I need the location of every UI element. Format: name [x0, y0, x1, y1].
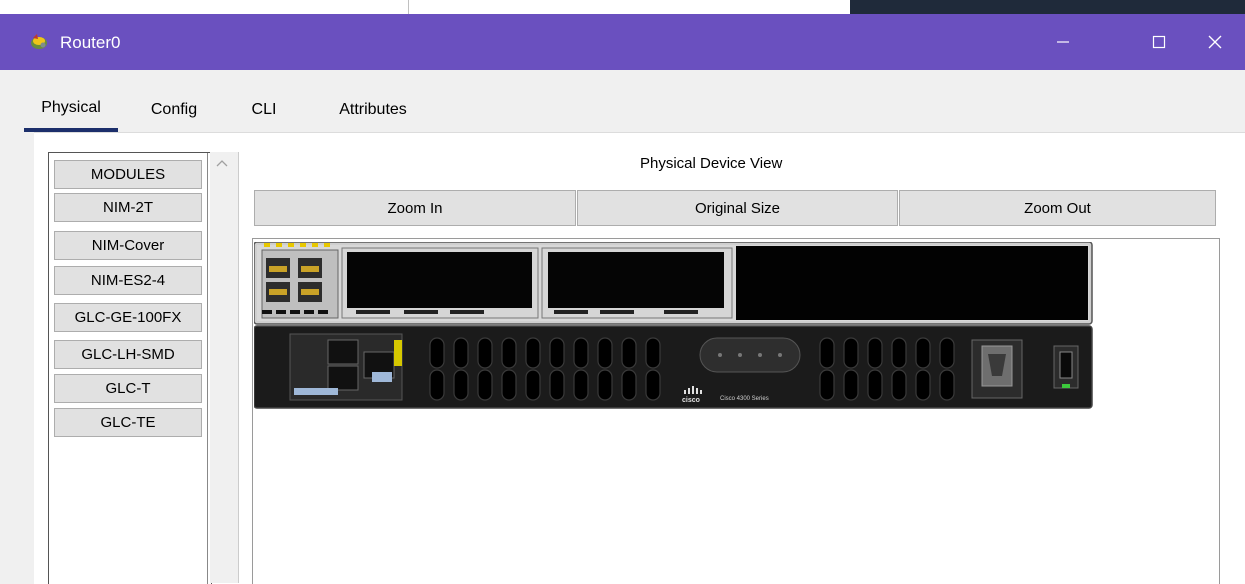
tab-config[interactable]: Config	[124, 88, 224, 132]
minimize-icon	[1057, 41, 1069, 43]
close-icon	[1208, 35, 1222, 49]
module-item-nim-2t[interactable]: NIM-2T	[54, 193, 202, 222]
model-label: Cisco 4300 Series	[720, 396, 769, 402]
router-device-image[interactable]: cisco Cisco 4300 Series	[254, 242, 1094, 410]
module-item-glc-t[interactable]: GLC-T	[54, 374, 202, 403]
maximize-icon	[1152, 35, 1166, 49]
maximize-button[interactable]	[1136, 14, 1182, 70]
close-button[interactable]	[1192, 14, 1238, 70]
zoom-in-button[interactable]: Zoom In	[254, 190, 576, 226]
original-size-button[interactable]: Original Size	[577, 190, 898, 226]
zoom-out-button[interactable]: Zoom Out	[899, 190, 1216, 226]
tab-physical[interactable]: Physical	[24, 88, 118, 132]
cisco-logo-text: cisco	[682, 397, 700, 404]
tab-cli[interactable]: CLI	[244, 88, 284, 132]
background-strip	[0, 0, 1245, 14]
module-item-glc-te[interactable]: GLC-TE	[54, 408, 202, 437]
window-titlebar[interactable]: Router0	[0, 14, 1245, 70]
router-app-icon	[28, 32, 50, 54]
modules-scrollbar[interactable]	[210, 152, 239, 583]
background-separator	[408, 0, 409, 14]
background-dark-region	[850, 0, 1245, 14]
physical-device-view-title: Physical Device View	[640, 155, 783, 172]
module-item-nim-es2-4[interactable]: NIM-ES2-4	[54, 266, 202, 295]
minimize-button[interactable]	[1040, 14, 1086, 70]
scroll-up-button[interactable]	[211, 152, 233, 174]
chevron-up-icon	[216, 160, 228, 167]
window-title: Router0	[60, 33, 121, 52]
module-item-nim-cover[interactable]: NIM-Cover	[54, 231, 202, 260]
module-item-glc-lh-smd[interactable]: GLC-LH-SMD	[54, 340, 202, 369]
tab-attributes[interactable]: Attributes	[318, 88, 428, 132]
module-item-glc-ge-100fx[interactable]: GLC-GE-100FX	[54, 303, 202, 332]
module-header-button[interactable]: MODULES	[54, 160, 202, 189]
